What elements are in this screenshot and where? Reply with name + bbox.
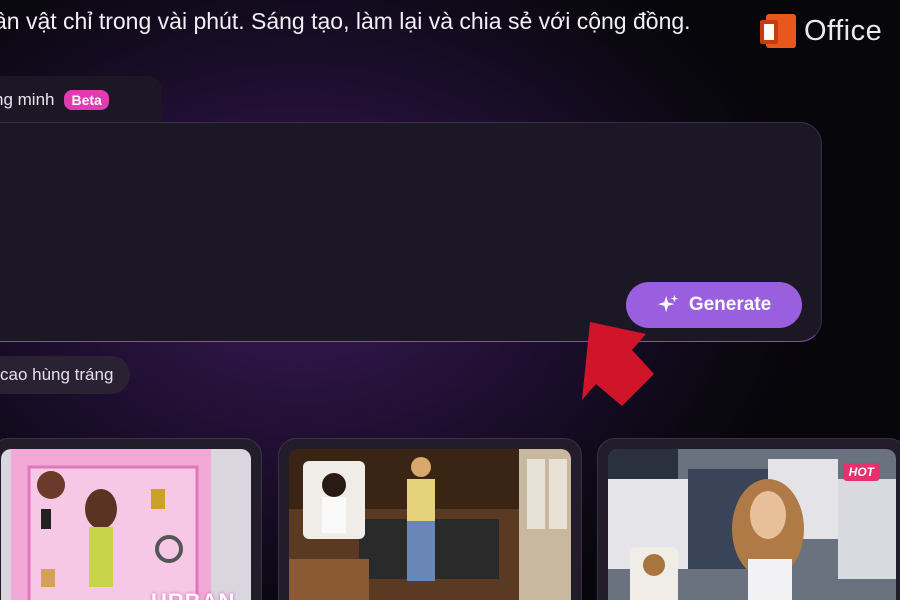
cafe-photo-image: [289, 449, 571, 600]
tab-label: ng minh: [0, 90, 55, 109]
sparkle-icon: [657, 294, 678, 313]
office-logo-icon: [760, 10, 800, 52]
gallery-card-doll[interactable]: URBAN: [0, 438, 262, 600]
watermark-text: Office: [804, 14, 883, 47]
doll-box-image: URBAN: [1, 449, 251, 600]
gallery-card-stadium[interactable]: HOT: [597, 438, 900, 600]
box-brand-label: URBAN: [151, 589, 235, 600]
suggestion-chip[interactable]: cao hùng tráng: [0, 356, 130, 394]
tab-smart-mode[interactable]: ng minh Beta: [0, 76, 162, 124]
hot-badge: HOT: [842, 463, 880, 481]
generate-label: Generate: [688, 294, 772, 315]
gallery-card-cafe[interactable]: [278, 438, 582, 600]
beta-badge: Beta: [64, 90, 109, 110]
chip-label: cao hùng tráng: [0, 365, 114, 384]
office-watermark: Office: [760, 10, 882, 52]
red-arrow-annotation: [582, 322, 654, 406]
